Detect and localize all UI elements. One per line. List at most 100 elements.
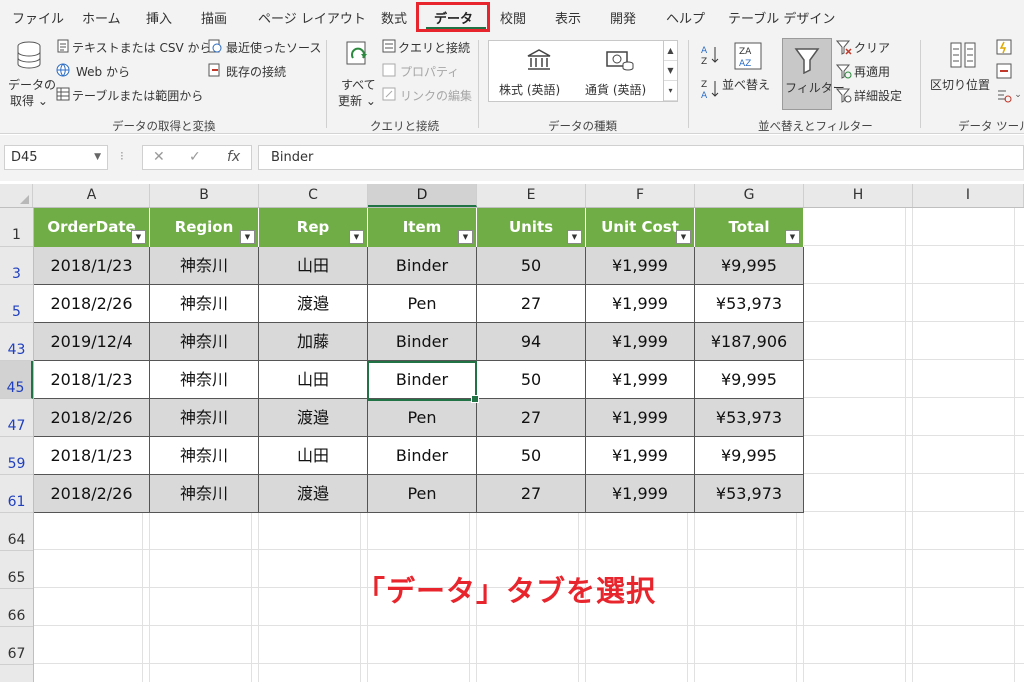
insert-function-icon[interactable]: fx <box>227 149 240 165</box>
scroll-down-icon[interactable]: ▼ <box>664 61 677 81</box>
table-cell[interactable]: 神奈川 <box>150 399 259 437</box>
table-cell[interactable]: 2018/2/26 <box>34 475 150 513</box>
row-header[interactable]: 47 <box>0 399 33 437</box>
table-cell[interactable]: 渡邉 <box>259 475 368 513</box>
table-cell[interactable]: 山田 <box>259 247 368 285</box>
row-header[interactable]: 65 <box>0 551 33 589</box>
table-cell[interactable]: ¥1,999 <box>586 399 695 437</box>
refresh-all-label2[interactable]: 更新 ⌄ <box>338 92 376 109</box>
table-cell[interactable]: Binder <box>368 437 477 475</box>
chevron-down-icon[interactable]: ▼ <box>94 146 101 169</box>
table-cell[interactable]: ¥53,973 <box>695 475 804 513</box>
table-cell[interactable]: 渡邉 <box>259 285 368 323</box>
table-cell[interactable]: 渡邉 <box>259 399 368 437</box>
stocks-button[interactable]: 株式 (英語) <box>499 81 560 98</box>
filter-dropdown-icon[interactable]: ▼ <box>131 230 146 244</box>
table-cell[interactable]: 2018/1/23 <box>34 247 150 285</box>
column-header-i[interactable]: I <box>913 184 1024 207</box>
table-cell[interactable]: ¥187,906 <box>695 323 804 361</box>
table-cell[interactable]: ¥1,999 <box>586 285 695 323</box>
data-types-scroll[interactable]: ▲ ▼ ▾ <box>664 40 678 102</box>
table-cell[interactable]: ¥1,999 <box>586 475 695 513</box>
table-cell[interactable]: 27 <box>477 475 586 513</box>
properties-button[interactable]: プロパティ <box>400 63 459 80</box>
table-cell[interactable]: Binder <box>368 361 477 399</box>
table-cell[interactable]: 2018/1/23 <box>34 437 150 475</box>
tab-view[interactable]: 表示 <box>555 8 581 27</box>
row-header-selected[interactable]: 45 <box>0 361 33 399</box>
table-cell[interactable]: ¥9,995 <box>695 437 804 475</box>
tab-home[interactable]: ホーム <box>82 8 121 27</box>
table-cell[interactable]: 神奈川 <box>150 247 259 285</box>
row-header[interactable]: 5 <box>0 285 33 323</box>
from-table-button[interactable]: テーブルまたは範囲から <box>72 87 203 104</box>
from-web-button[interactable]: Web から <box>76 63 130 80</box>
column-header-c[interactable]: C <box>259 184 368 207</box>
table-cell[interactable]: 2019/12/4 <box>34 323 150 361</box>
get-data-label1[interactable]: データの <box>8 76 56 93</box>
chevron-down-icon[interactable]: ⌄ <box>1014 87 1022 103</box>
table-header-total[interactable]: Total ▼ <box>695 208 804 247</box>
table-cell[interactable]: ¥53,973 <box>695 285 804 323</box>
recent-sources-button[interactable]: 最近使ったソース <box>226 39 321 56</box>
advanced-button[interactable]: 詳細設定 <box>854 87 902 104</box>
text-to-columns-button[interactable]: 区切り位置 <box>930 76 990 93</box>
filter-dropdown-icon[interactable]: ▼ <box>458 230 473 244</box>
queries-connections-button[interactable]: クエリと接続 <box>398 39 470 56</box>
row-header[interactable]: 3 <box>0 247 33 285</box>
tab-review[interactable]: 校閲 <box>500 8 526 27</box>
tab-page-layout[interactable]: ページ レイアウト <box>258 8 366 27</box>
table-cell[interactable]: 加藤 <box>259 323 368 361</box>
filter-dropdown-icon[interactable]: ▼ <box>785 230 800 244</box>
table-header-unit-cost[interactable]: Unit Cost ▼ <box>586 208 695 247</box>
currencies-button[interactable]: 通貨 (英語) <box>585 81 646 98</box>
row-header[interactable]: 59 <box>0 437 33 475</box>
table-cell[interactable]: Pen <box>368 475 477 513</box>
column-header-f[interactable]: F <box>586 184 695 207</box>
table-cell[interactable]: Binder <box>368 247 477 285</box>
table-cell[interactable]: Binder <box>368 323 477 361</box>
filter-button[interactable]: フィルター <box>782 38 845 110</box>
tab-file[interactable]: ファイル <box>12 8 64 27</box>
table-cell[interactable]: 山田 <box>259 361 368 399</box>
table-cell[interactable]: 神奈川 <box>150 361 259 399</box>
row-header[interactable]: 1 <box>0 208 33 247</box>
filter-applied-icon[interactable]: ▼ <box>676 230 691 244</box>
table-cell[interactable]: 神奈川 <box>150 437 259 475</box>
tab-table-design[interactable]: テーブル デザイン <box>728 8 835 27</box>
table-cell[interactable]: ¥1,999 <box>586 323 695 361</box>
get-data-label2[interactable]: 取得 ⌄ <box>10 92 48 109</box>
name-box[interactable]: D45 ▼ <box>4 145 108 170</box>
row-header[interactable]: 61 <box>0 475 33 513</box>
table-cell[interactable]: 2018/2/26 <box>34 399 150 437</box>
table-cell[interactable]: 2018/2/26 <box>34 285 150 323</box>
table-cell[interactable]: 2018/1/23 <box>34 361 150 399</box>
table-cell[interactable]: ¥9,995 <box>695 247 804 285</box>
remove-duplicates-icon[interactable] <box>996 63 1012 79</box>
table-cell[interactable]: 山田 <box>259 437 368 475</box>
row-header[interactable]: 67 <box>0 627 33 665</box>
table-cell[interactable]: 50 <box>477 437 586 475</box>
filter-applied-icon[interactable]: ▼ <box>240 230 255 244</box>
table-cell[interactable]: Pen <box>368 285 477 323</box>
column-header-a[interactable]: A <box>34 184 150 207</box>
tab-insert[interactable]: 挿入 <box>146 8 172 27</box>
enter-icon[interactable]: ✓ <box>189 149 201 165</box>
table-cell[interactable]: 神奈川 <box>150 323 259 361</box>
table-header-region[interactable]: Region ▼ <box>150 208 259 247</box>
select-all-button[interactable] <box>0 184 33 207</box>
table-cell[interactable]: 神奈川 <box>150 475 259 513</box>
sort-button[interactable]: 並べ替え <box>722 76 770 93</box>
scroll-up-icon[interactable]: ▲ <box>664 41 677 61</box>
more-options-icon[interactable]: ⁝ <box>120 149 124 163</box>
table-cell[interactable]: ¥1,999 <box>586 437 695 475</box>
filter-dropdown-icon[interactable]: ▼ <box>349 230 364 244</box>
column-header-b[interactable]: B <box>150 184 259 207</box>
table-cell[interactable]: ¥9,995 <box>695 361 804 399</box>
column-header-d[interactable]: D <box>368 184 477 207</box>
filter-dropdown-icon[interactable]: ▼ <box>567 230 582 244</box>
table-cell[interactable]: ¥1,999 <box>586 247 695 285</box>
table-cell[interactable]: Pen <box>368 399 477 437</box>
table-cell[interactable]: 27 <box>477 285 586 323</box>
table-cell[interactable]: ¥53,973 <box>695 399 804 437</box>
